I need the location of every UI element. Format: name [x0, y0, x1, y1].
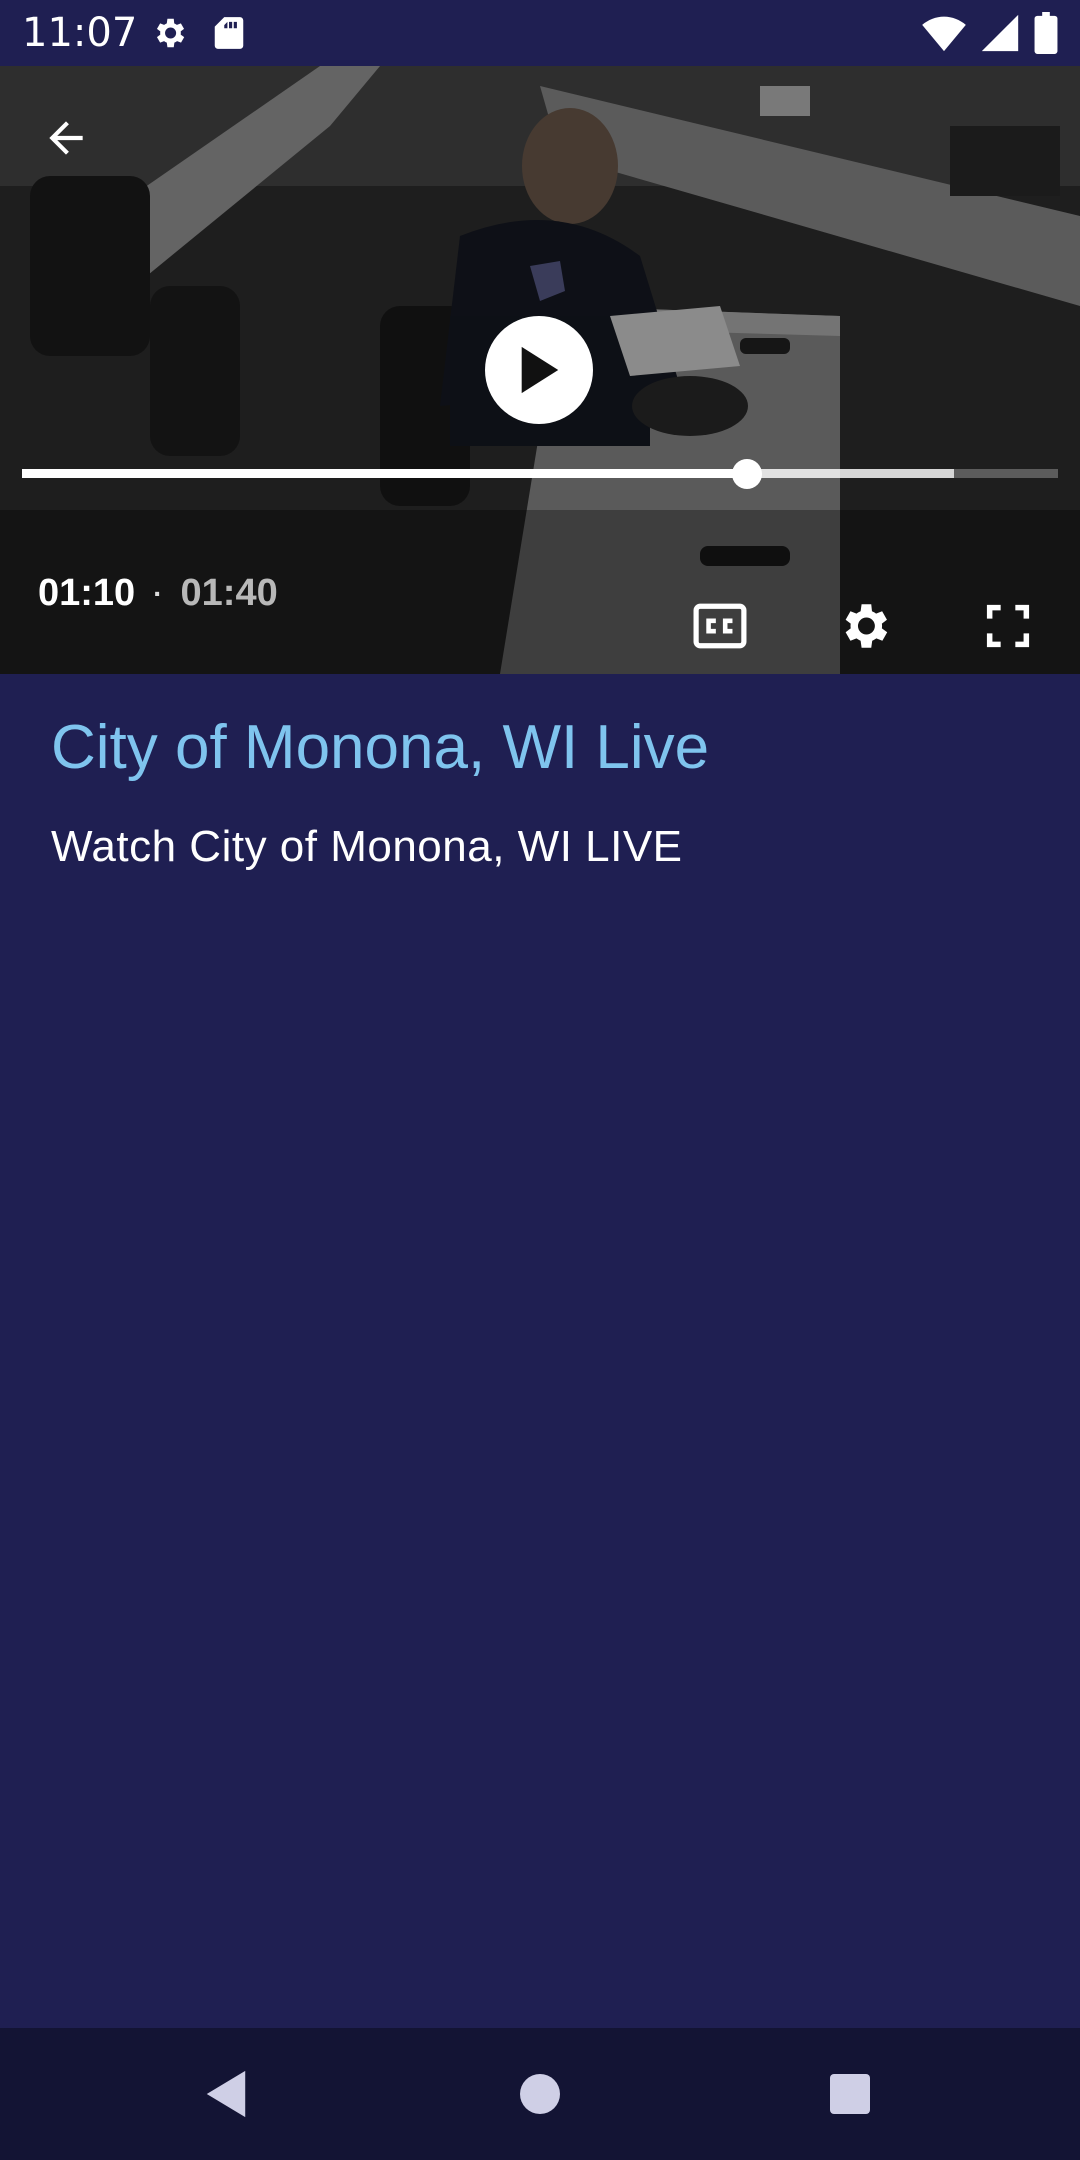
time-display: 01:10 · 01:40 — [38, 572, 278, 615]
settings-icon — [156, 18, 185, 48]
nav-home-button[interactable] — [502, 2056, 578, 2132]
status-bar: 11:07 — [0, 0, 1080, 66]
time-separator: · — [153, 577, 163, 609]
recents-icon — [830, 2074, 870, 2114]
closed-captions-button[interactable] — [680, 586, 760, 666]
current-time: 01:10 — [38, 572, 136, 614]
wifi-icon — [922, 16, 966, 52]
battery-icon — [1034, 12, 1058, 54]
status-right-icons — [922, 12, 1058, 54]
back-button[interactable] — [28, 100, 104, 176]
nav-back-button[interactable] — [188, 2056, 264, 2132]
controls-scrim — [0, 66, 1080, 510]
sd-card-icon — [214, 17, 244, 49]
seek-thumb[interactable] — [732, 459, 763, 489]
seek-played — [22, 469, 748, 478]
status-left-icons — [150, 14, 246, 52]
play-button[interactable] — [485, 316, 593, 424]
nav-recents-button[interactable] — [812, 2056, 888, 2132]
back-icon — [206, 2070, 246, 2118]
video-player[interactable]: 01:10 · 01:40 — [0, 66, 1080, 674]
fullscreen-icon — [986, 604, 1030, 648]
stream-description: Watch City of Monona, WI LIVE — [51, 822, 683, 871]
back-arrow-icon — [49, 121, 83, 155]
seek-bar[interactable] — [22, 459, 1058, 489]
closed-captions-icon — [693, 603, 747, 649]
home-icon — [520, 2074, 560, 2114]
play-icon — [521, 346, 559, 394]
settings-button[interactable] — [824, 586, 904, 666]
duration: 01:40 — [180, 572, 278, 614]
status-time: 11:07 — [22, 10, 138, 56]
signal-icon — [981, 14, 1019, 52]
navigation-bar — [0, 2028, 1080, 2160]
stream-title: City of Monona, WI Live — [51, 713, 710, 782]
settings-icon — [845, 604, 888, 648]
fullscreen-button[interactable] — [968, 586, 1048, 666]
